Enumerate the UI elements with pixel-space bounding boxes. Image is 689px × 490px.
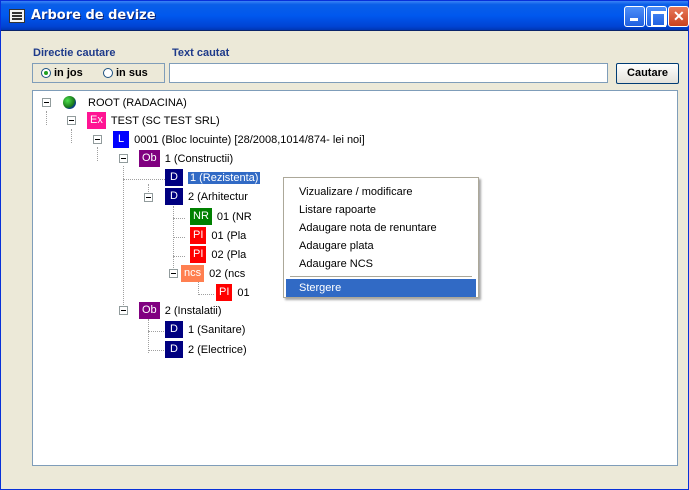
- window-title: Arbore de devize: [31, 8, 156, 23]
- collapse-toggle[interactable]: [169, 269, 178, 278]
- tree-node-label[interactable]: 01 (NR: [217, 211, 252, 223]
- node-type-badge: PI: [216, 284, 233, 301]
- menu-separator: [290, 276, 472, 277]
- search-input[interactable]: [169, 63, 608, 83]
- tree-node[interactable]: D 2 (Arhitectur: [165, 188, 248, 205]
- app-list-icon: [9, 9, 25, 23]
- tree-node[interactable]: NR 01 (NR: [190, 208, 252, 225]
- radio-up[interactable]: in sus: [103, 67, 148, 79]
- tree-line: [173, 256, 185, 257]
- node-type-badge: D: [165, 321, 183, 338]
- radio-up-indicator[interactable]: [103, 68, 113, 78]
- node-type-badge: ncs: [181, 265, 205, 282]
- tree-line: [123, 166, 124, 315]
- close-button[interactable]: [668, 6, 689, 27]
- maximize-button[interactable]: [646, 6, 667, 27]
- collapse-toggle[interactable]: [67, 116, 76, 125]
- node-type-badge: NR: [190, 208, 212, 225]
- tree-line: [46, 111, 47, 125]
- tree-node[interactable]: L 0001 (Bloc locuinte) [28/2008,1014/874…: [113, 131, 365, 148]
- node-type-badge: Ob: [139, 150, 160, 167]
- minimize-button[interactable]: [624, 6, 645, 27]
- tree-node-label[interactable]: 01: [237, 287, 249, 299]
- tree-line: [97, 147, 98, 161]
- menu-item-delete[interactable]: Stergere: [286, 279, 476, 297]
- radio-down[interactable]: in jos: [41, 67, 83, 79]
- tree-node[interactable]: PI 02 (Pla: [190, 246, 246, 263]
- tree-node-label[interactable]: 2 (Instalatii): [165, 305, 222, 317]
- globe-icon: [63, 96, 76, 109]
- node-type-badge: PI: [190, 246, 207, 263]
- tree-node-root[interactable]: ROOT (RADACINA): [63, 94, 187, 111]
- tree-node[interactable]: PI 01: [216, 284, 250, 301]
- collapse-toggle[interactable]: [119, 154, 128, 163]
- context-menu: Vizualizare / modificare Listare rapoart…: [283, 177, 479, 298]
- radio-up-label[interactable]: in sus: [116, 67, 148, 79]
- menu-item-list-reports[interactable]: Listare rapoarte: [286, 201, 476, 219]
- tree-node-label[interactable]: 01 (Pla: [211, 230, 246, 242]
- node-type-badge: D: [165, 169, 183, 186]
- tree-node[interactable]: D 1 (Sanitare): [165, 321, 245, 338]
- tree-node-label[interactable]: 1 (Rezistenta): [187, 171, 261, 184]
- tree-node[interactable]: Ex TEST (SC TEST SRL): [87, 112, 220, 129]
- node-type-badge: Ob: [139, 302, 160, 319]
- collapse-toggle[interactable]: [42, 98, 51, 107]
- tree-node[interactable]: Ob 1 (Constructii): [139, 150, 233, 167]
- search-direction-label: Directie cautare: [33, 47, 116, 59]
- tree-node-label[interactable]: 0001 (Bloc locuinte) [28/2008,1014/874- …: [134, 134, 365, 146]
- tree-node[interactable]: PI 01 (Pla: [190, 227, 246, 244]
- tree-node-label[interactable]: 02 (ncs: [209, 268, 245, 280]
- menu-item-add-ncs[interactable]: Adaugare NCS: [286, 255, 476, 273]
- menu-item-add-waiver-note[interactable]: Adaugare nota de renuntare: [286, 219, 476, 237]
- menu-item-view-edit[interactable]: Vizualizare / modificare: [286, 183, 476, 201]
- tree-line: [148, 350, 164, 351]
- tree-node-selected[interactable]: D 1 (Rezistenta): [165, 169, 261, 186]
- node-type-badge: L: [113, 131, 130, 148]
- tree-line: [173, 237, 185, 238]
- tree-line: [198, 281, 199, 295]
- collapse-toggle[interactable]: [119, 306, 128, 315]
- app-window: Arbore de devize Directie cautare Text c…: [0, 0, 689, 490]
- tree-node[interactable]: Ob 2 (Instalatii): [139, 302, 222, 319]
- tree-node-label[interactable]: 02 (Pla: [211, 249, 246, 261]
- tree-line: [198, 294, 214, 295]
- tree-line: [173, 218, 185, 219]
- node-type-badge: Ex: [87, 112, 106, 129]
- tree-node-label[interactable]: ROOT (RADACINA): [88, 97, 187, 109]
- node-type-badge: D: [165, 188, 183, 205]
- tree-node[interactable]: D 2 (Electrice): [165, 341, 247, 358]
- tree-line: [148, 319, 149, 353]
- tree-node[interactable]: ncs 02 (ncs: [181, 265, 245, 282]
- menu-item-add-payment[interactable]: Adaugare plata: [286, 237, 476, 255]
- radio-down-label[interactable]: in jos: [54, 67, 83, 79]
- tree-line: [71, 129, 72, 143]
- search-direction-group: in jos in sus: [32, 63, 165, 83]
- node-type-badge: D: [165, 341, 183, 358]
- search-button[interactable]: Cautare: [616, 63, 679, 84]
- tree-node-label[interactable]: 1 (Sanitare): [188, 324, 245, 336]
- search-text-label: Text cautat: [172, 47, 230, 59]
- tree-node-label[interactable]: 1 (Constructii): [165, 153, 233, 165]
- node-type-badge: PI: [190, 227, 207, 244]
- tree-node-label[interactable]: 2 (Electrice): [188, 344, 247, 356]
- title-bar[interactable]: Arbore de devize: [1, 1, 689, 31]
- tree-node-label[interactable]: TEST (SC TEST SRL): [111, 115, 220, 127]
- tree-line: [173, 206, 174, 276]
- collapse-toggle[interactable]: [93, 135, 102, 144]
- tree-line: [123, 179, 165, 180]
- tree-line: [148, 331, 164, 332]
- tree-node-label[interactable]: 2 (Arhitectur: [188, 191, 248, 203]
- collapse-toggle[interactable]: [144, 193, 153, 202]
- radio-down-indicator[interactable]: [41, 68, 51, 78]
